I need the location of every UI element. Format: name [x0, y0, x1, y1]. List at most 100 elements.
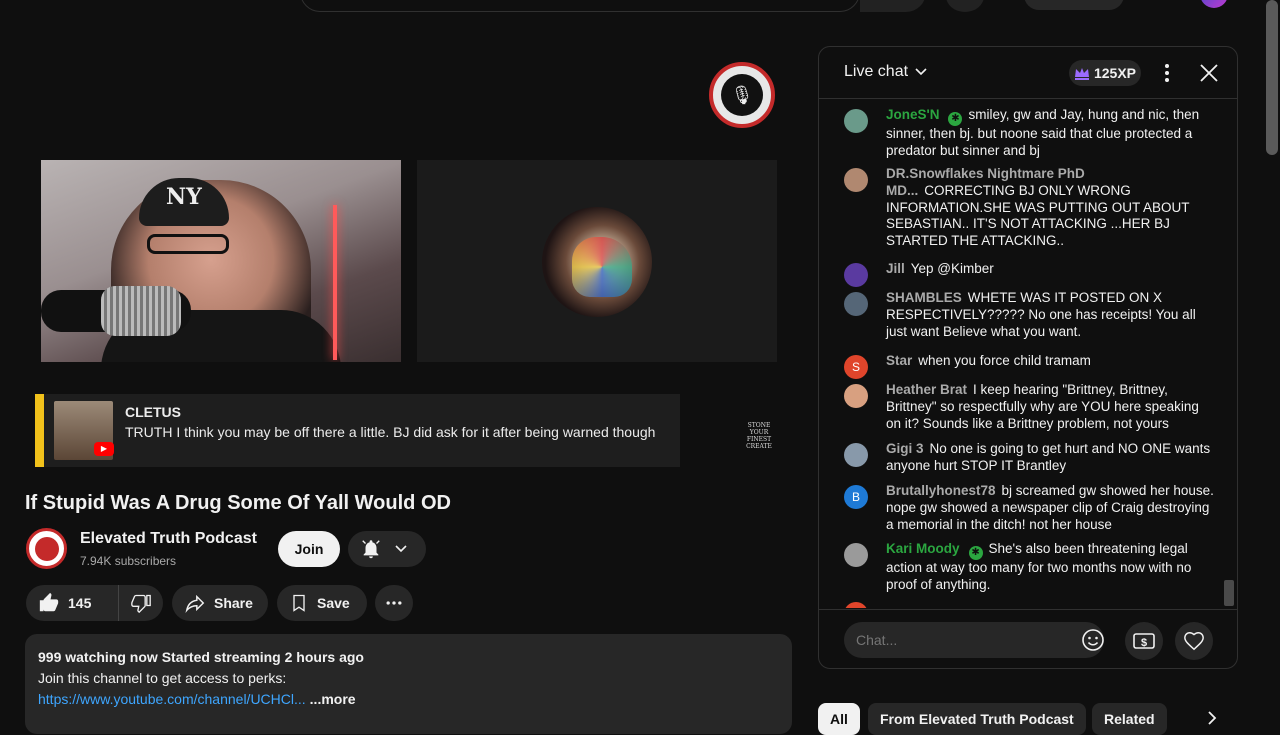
chat-author-name[interactable]: Heather Brat — [886, 382, 967, 397]
chat-author-avatar[interactable] — [844, 543, 868, 567]
chat-author-avatar[interactable] — [844, 292, 868, 316]
chat-message-body: DR.Snowflakes Nightmare PhD MD... CORRECT… — [886, 166, 1214, 250]
chat-message-text: No one is going to get hurt and NO ONE w… — [886, 441, 1211, 473]
microphone-icon: 🎙 — [721, 74, 763, 116]
save-label: Save — [317, 595, 350, 611]
show-more-button[interactable]: ...more — [310, 691, 356, 707]
chat-author-avatar[interactable] — [844, 109, 868, 133]
cap-logo: NY — [166, 184, 202, 210]
share-button[interactable]: Share — [172, 585, 268, 621]
chip-all[interactable]: All — [818, 703, 860, 735]
chevron-right-icon[interactable] — [1204, 710, 1220, 726]
chat-message[interactable]: Jill Yep @Kimber — [844, 261, 1214, 287]
voice-search-button[interactable] — [946, 0, 984, 12]
youtube-icon: ▶ — [94, 442, 114, 456]
chat-author-avatar[interactable] — [844, 168, 868, 192]
chat-message-body: Star when you force child tramam — [886, 353, 1214, 370]
channel-link[interactable]: https://www.youtube.com/channel/UCHCl... — [38, 691, 306, 707]
video-title: If Stupid Was A Drug Some Of Yall Would … — [25, 492, 451, 514]
close-icon[interactable] — [1197, 61, 1221, 85]
channel-avatar[interactable] — [26, 528, 67, 569]
thumbs-up-icon — [39, 592, 59, 612]
notification-button[interactable] — [348, 531, 426, 567]
chat-message[interactable]: Kari Moody ✱ She's also been threatening l… — [844, 541, 1214, 594]
heart-reaction-button[interactable] — [1175, 622, 1213, 660]
chat-author-avatar[interactable]: B — [844, 485, 868, 509]
chat-author-name[interactable]: Brutallyhonest78 — [886, 483, 996, 498]
chat-message-body: Heather Brat I keep hearing "Brittney, Br… — [886, 382, 1214, 432]
dislike-button[interactable] — [119, 593, 163, 613]
chat-author-avatar[interactable] — [844, 263, 868, 287]
chat-author-avatar[interactable]: S — [844, 355, 868, 379]
live-chat-panel: Live chat 125XP JoneS'N ✱ smiley, gw and J… — [818, 46, 1238, 669]
channel-avatar-image — [34, 536, 59, 561]
chat-mode-dropdown[interactable]: Live chat — [844, 63, 928, 81]
chat-author-name[interactable]: Jill — [886, 261, 905, 276]
more-horizontal-icon — [386, 601, 402, 605]
chat-message[interactable]: JoneS'N ✱ smiley, gw and Jay, hung and nic… — [844, 107, 1214, 160]
emoji-icon[interactable] — [1081, 628, 1105, 652]
more-vertical-icon[interactable] — [1157, 61, 1177, 85]
search-input[interactable] — [300, 0, 860, 12]
account-avatar[interactable] — [1200, 0, 1228, 8]
chat-message[interactable]: Gigi 3 No one is going to get hurt and NO… — [844, 441, 1214, 475]
chat-author-avatar[interactable] — [844, 384, 868, 408]
chat-message[interactable]: DR.Snowflakes Nightmare PhD MD... CORRECT… — [844, 166, 1214, 250]
chat-author-avatar[interactable] — [844, 443, 868, 467]
chat-message-text: when you force child tramam — [918, 353, 1091, 368]
chat-message-list[interactable]: JoneS'N ✱ smiley, gw and Jay, hung and nic… — [819, 100, 1237, 608]
host-camera-feed: NY — [41, 160, 401, 362]
chip-related[interactable]: Related — [1092, 703, 1167, 735]
heart-icon — [1184, 632, 1204, 651]
like-count: 145 — [68, 595, 92, 611]
bookmark-icon — [293, 594, 305, 612]
save-button[interactable]: Save — [277, 585, 367, 621]
chip-from-channel[interactable]: From Elevated Truth Podcast — [868, 703, 1086, 735]
chat-author-name[interactable]: Gigi 3 — [886, 441, 924, 456]
xp-value: 125XP — [1093, 65, 1137, 81]
neon-light — [333, 205, 337, 360]
chat-message-body: JoneS'N ✱ smiley, gw and Jay, hung and nic… — [886, 107, 1214, 160]
chat-message-body: Kari Moody ✱ She's also been threatening l… — [886, 541, 1214, 594]
search-button[interactable] — [860, 0, 926, 12]
chat-message[interactable]: Heather Brat I keep hearing "Brittney, Br… — [844, 382, 1214, 432]
description-box[interactable]: 999 watching now Started streaming 2 hou… — [25, 634, 792, 734]
subscriber-count: 7.94K subscribers — [80, 554, 177, 568]
host-glasses — [147, 234, 229, 254]
podcast-logo: 🎙 — [709, 62, 775, 128]
chat-author-name[interactable]: SHAMBLES — [886, 290, 962, 305]
chat-author-avatar[interactable] — [844, 602, 868, 608]
create-button[interactable] — [1024, 0, 1124, 10]
page-scrollbar[interactable] — [1266, 0, 1278, 155]
chat-message[interactable]: S Star when you force child tramam — [844, 353, 1214, 379]
chat-input-area: $ — [819, 609, 1237, 668]
chat-author-name[interactable]: Kari Moody — [886, 541, 960, 556]
dollar-icon: $ — [1133, 633, 1155, 649]
join-button[interactable]: Join — [278, 531, 340, 567]
guest-horse-art — [572, 237, 632, 297]
chat-message-body: Jill Yep @Kimber — [886, 261, 1214, 278]
channel-name[interactable]: Elevated Truth Podcast — [80, 530, 257, 548]
chat-scrollbar[interactable] — [1224, 580, 1234, 606]
chat-message[interactable]: SHAMBLES WHETE WAS IT POSTED ON X RESPECT… — [844, 290, 1214, 340]
chat-author-name[interactable]: JoneS'N — [886, 107, 939, 122]
super-chat-button[interactable]: $ — [1125, 622, 1163, 660]
view-stats: 999 watching now Started streaming 2 hou… — [38, 649, 364, 665]
xp-badge[interactable]: 125XP — [1069, 60, 1141, 86]
description-text: Join this channel to get access to perks… — [38, 670, 287, 686]
svg-text:$: $ — [1141, 637, 1147, 649]
featured-comment: ▶ CLETUS TRUTH I think you may be off th… — [35, 394, 680, 467]
chat-message-body: Gigi 3 No one is going to get hurt and NO… — [886, 441, 1214, 475]
guest-avatar — [542, 207, 652, 317]
chat-author-name[interactable]: Star — [886, 353, 912, 368]
chat-message-text: Yep @Kimber — [910, 261, 994, 276]
bell-icon — [362, 540, 380, 559]
chat-message-body: SHAMBLES WHETE WAS IT POSTED ON X RESPECT… — [886, 290, 1214, 340]
more-actions-button[interactable] — [375, 585, 413, 621]
member-badge-icon: ✱ — [948, 112, 963, 126]
chat-message-text: CORRECTING BJ ONLY WRONG INFORMATION.SHE… — [886, 182, 1190, 249]
chat-message[interactable]: B Brutallyhonest78 bj screamed gw showed h… — [844, 483, 1214, 533]
like-button[interactable]: 145 — [26, 585, 119, 621]
chat-input[interactable] — [844, 622, 1104, 658]
chat-message-body: Brutallyhonest78 bj screamed gw showed he… — [886, 483, 1214, 533]
